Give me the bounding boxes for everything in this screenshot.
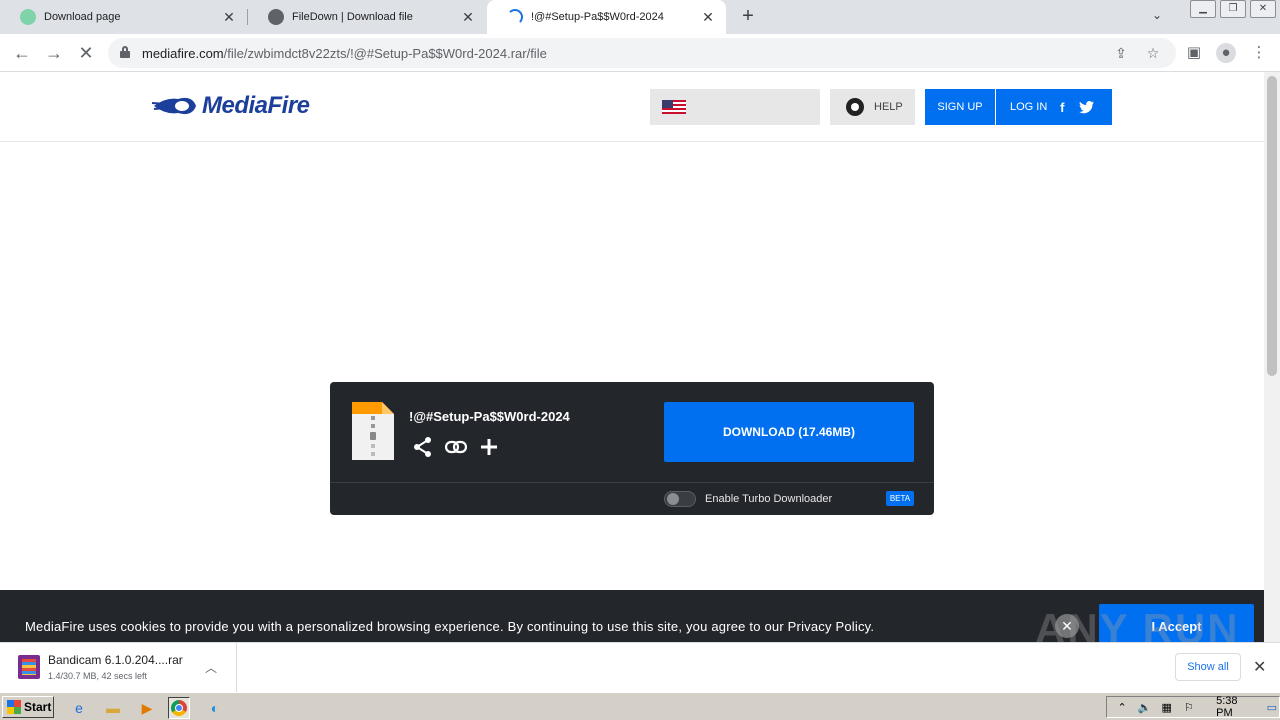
file-name: !@#Setup-Pa$$W0rd-2024 <box>409 409 570 424</box>
zip-file-icon <box>352 402 394 460</box>
address-bar[interactable]: mediafire.com/file/zwbimdct8v22zts/!@#Se… <box>108 38 1176 68</box>
system-tray: ⌃ 🔈 ▦ ⚐ 5:38 PM ▭ <box>1106 695 1280 719</box>
turbo-downloader-label: Enable Turbo Downloader <box>705 493 833 505</box>
twitter-icon[interactable] <box>1077 98 1095 116</box>
help-label: HELP <box>874 101 903 113</box>
cookie-text: MediaFire uses cookies to provide you wi… <box>25 619 875 634</box>
tab-close-icon[interactable]: ✕ <box>700 9 716 25</box>
tab-close-icon[interactable]: ✕ <box>460 9 476 25</box>
language-selector[interactable] <box>650 89 820 125</box>
kebab-menu-icon[interactable]: ⋮ <box>1249 43 1269 63</box>
share-icon[interactable] <box>412 436 434 458</box>
url-path: /file/zwbimdct8v22zts/!@#Setup-Pa$$W0rd-… <box>223 46 547 61</box>
globe-icon <box>268 9 284 25</box>
browser-toolbar: ← → ✕ mediafire.com/file/zwbimdct8v22zts… <box>0 34 1280 72</box>
back-arrow-icon[interactable]: ← <box>11 42 33 64</box>
tab-mediafire-active[interactable]: !@#Setup-Pa$$W0rd-2024 ✕ <box>487 0 726 34</box>
page-scrollbar[interactable] <box>1264 72 1280 642</box>
bookmark-star-icon[interactable]: ☆ <box>1144 44 1162 62</box>
download-button[interactable]: DOWNLOAD (17.46MB) <box>664 402 914 462</box>
start-label: Start <box>24 700 52 714</box>
lifebuoy-icon <box>846 98 864 116</box>
mediafire-logo[interactable]: MediaFire <box>152 92 310 120</box>
chrome-icon[interactable] <box>168 697 190 719</box>
loading-spinner-icon <box>507 9 523 25</box>
network-icon[interactable]: ▦ <box>1160 701 1174 714</box>
tab-title: FileDown | Download file <box>292 11 413 23</box>
download-shelf: Bandicam 6.1.0.204....rar 1.4/30.7 MB, 4… <box>0 642 1280 693</box>
tab-close-icon[interactable]: ✕ <box>221 9 237 25</box>
window-controls: ▁ ❐ ✕ <box>1186 0 1276 18</box>
tab-title: Download page <box>44 11 121 23</box>
file-actions <box>412 436 511 458</box>
tab-filedown[interactable]: FileDown | Download file ✕ <box>248 0 486 34</box>
help-button[interactable]: HELP <box>830 89 915 125</box>
rar-archive-icon <box>18 655 40 679</box>
volume-icon[interactable]: 🔈 <box>1137 701 1152 714</box>
shelf-close-icon[interactable]: ✕ <box>1253 657 1266 677</box>
windows-logo-icon <box>7 700 21 714</box>
beta-badge: BETA <box>886 491 914 506</box>
tab-strip: Download page ✕ FileDown | Download file… <box>0 0 1280 34</box>
tab-title: !@#Setup-Pa$$W0rd-2024 <box>531 11 664 23</box>
chevron-up-icon[interactable]: ︿ <box>205 659 217 676</box>
url-host: mediafire.com <box>142 46 224 61</box>
internet-explorer-icon[interactable]: e <box>68 697 90 719</box>
clock[interactable]: 5:38 PM <box>1216 695 1253 719</box>
flag-icon[interactable]: ⚐ <box>1182 701 1196 714</box>
log-in-button[interactable]: LOG IN f <box>996 89 1112 125</box>
logo-text: MediaFire <box>202 92 310 119</box>
download-item-status: 1.4/30.7 MB, 42 secs left <box>48 671 148 681</box>
tab-search-chevron-icon[interactable]: ⌄ <box>1152 8 1162 22</box>
scrollbar-thumb[interactable] <box>1267 76 1277 376</box>
mediafire-flame-icon <box>152 97 196 115</box>
share-icon[interactable]: ⇪ <box>1112 44 1130 62</box>
show-all-button[interactable]: Show all <box>1175 653 1241 681</box>
folder-icon[interactable]: ▬ <box>102 697 124 719</box>
stop-loading-icon[interactable]: ✕ <box>75 42 97 64</box>
new-tab-button[interactable]: + <box>738 6 758 27</box>
show-desktop-icon[interactable]: ▭ <box>1265 701 1279 714</box>
tab-download-page[interactable]: Download page ✕ <box>0 0 247 34</box>
edge-icon[interactable]: ◐ <box>204 697 226 719</box>
us-flag-icon <box>662 100 686 114</box>
download-item[interactable]: Bandicam 6.1.0.204....rar 1.4/30.7 MB, 4… <box>0 643 237 693</box>
download-item-name: Bandicam 6.1.0.204....rar <box>48 653 183 667</box>
web-page: MediaFire HELP SIGN UP LOG IN f !@#Setup… <box>0 72 1264 642</box>
download-favicon-icon <box>20 9 36 25</box>
side-panel-icon[interactable]: ▣ <box>1184 43 1204 63</box>
link-icon[interactable] <box>445 436 467 458</box>
minimize-button[interactable]: ▁ <box>1190 0 1216 18</box>
sign-up-button[interactable]: SIGN UP <box>925 89 995 125</box>
profile-avatar-icon[interactable]: ● <box>1216 43 1236 63</box>
url-text[interactable]: mediafire.com/file/zwbimdct8v22zts/!@#Se… <box>142 46 547 61</box>
log-in-label: LOG IN <box>1010 101 1048 113</box>
watermark-close-icon[interactable]: ✕ <box>1055 614 1079 638</box>
tray-expand-icon[interactable]: ⌃ <box>1115 701 1129 714</box>
media-player-icon[interactable]: ▶ <box>136 697 158 719</box>
close-window-button[interactable]: ✕ <box>1250 0 1276 18</box>
mediafire-header: MediaFire HELP SIGN UP LOG IN f <box>0 72 1264 142</box>
forward-arrow-icon[interactable]: → <box>43 42 65 64</box>
add-icon[interactable] <box>478 436 500 458</box>
lock-icon[interactable] <box>120 46 130 58</box>
facebook-icon[interactable]: f <box>1053 98 1071 116</box>
turbo-downloader-toggle[interactable] <box>664 491 696 507</box>
windows-taskbar: Start e ▬ ▶ ◐ ⌃ 🔈 ▦ ⚐ 5:38 PM ▭ <box>0 692 1280 720</box>
download-box: !@#Setup-Pa$$W0rd-2024 DOWNLOAD (17.46MB… <box>330 382 934 515</box>
start-button[interactable]: Start <box>2 696 54 718</box>
restore-button[interactable]: ❐ <box>1220 0 1246 18</box>
divider <box>330 482 934 483</box>
